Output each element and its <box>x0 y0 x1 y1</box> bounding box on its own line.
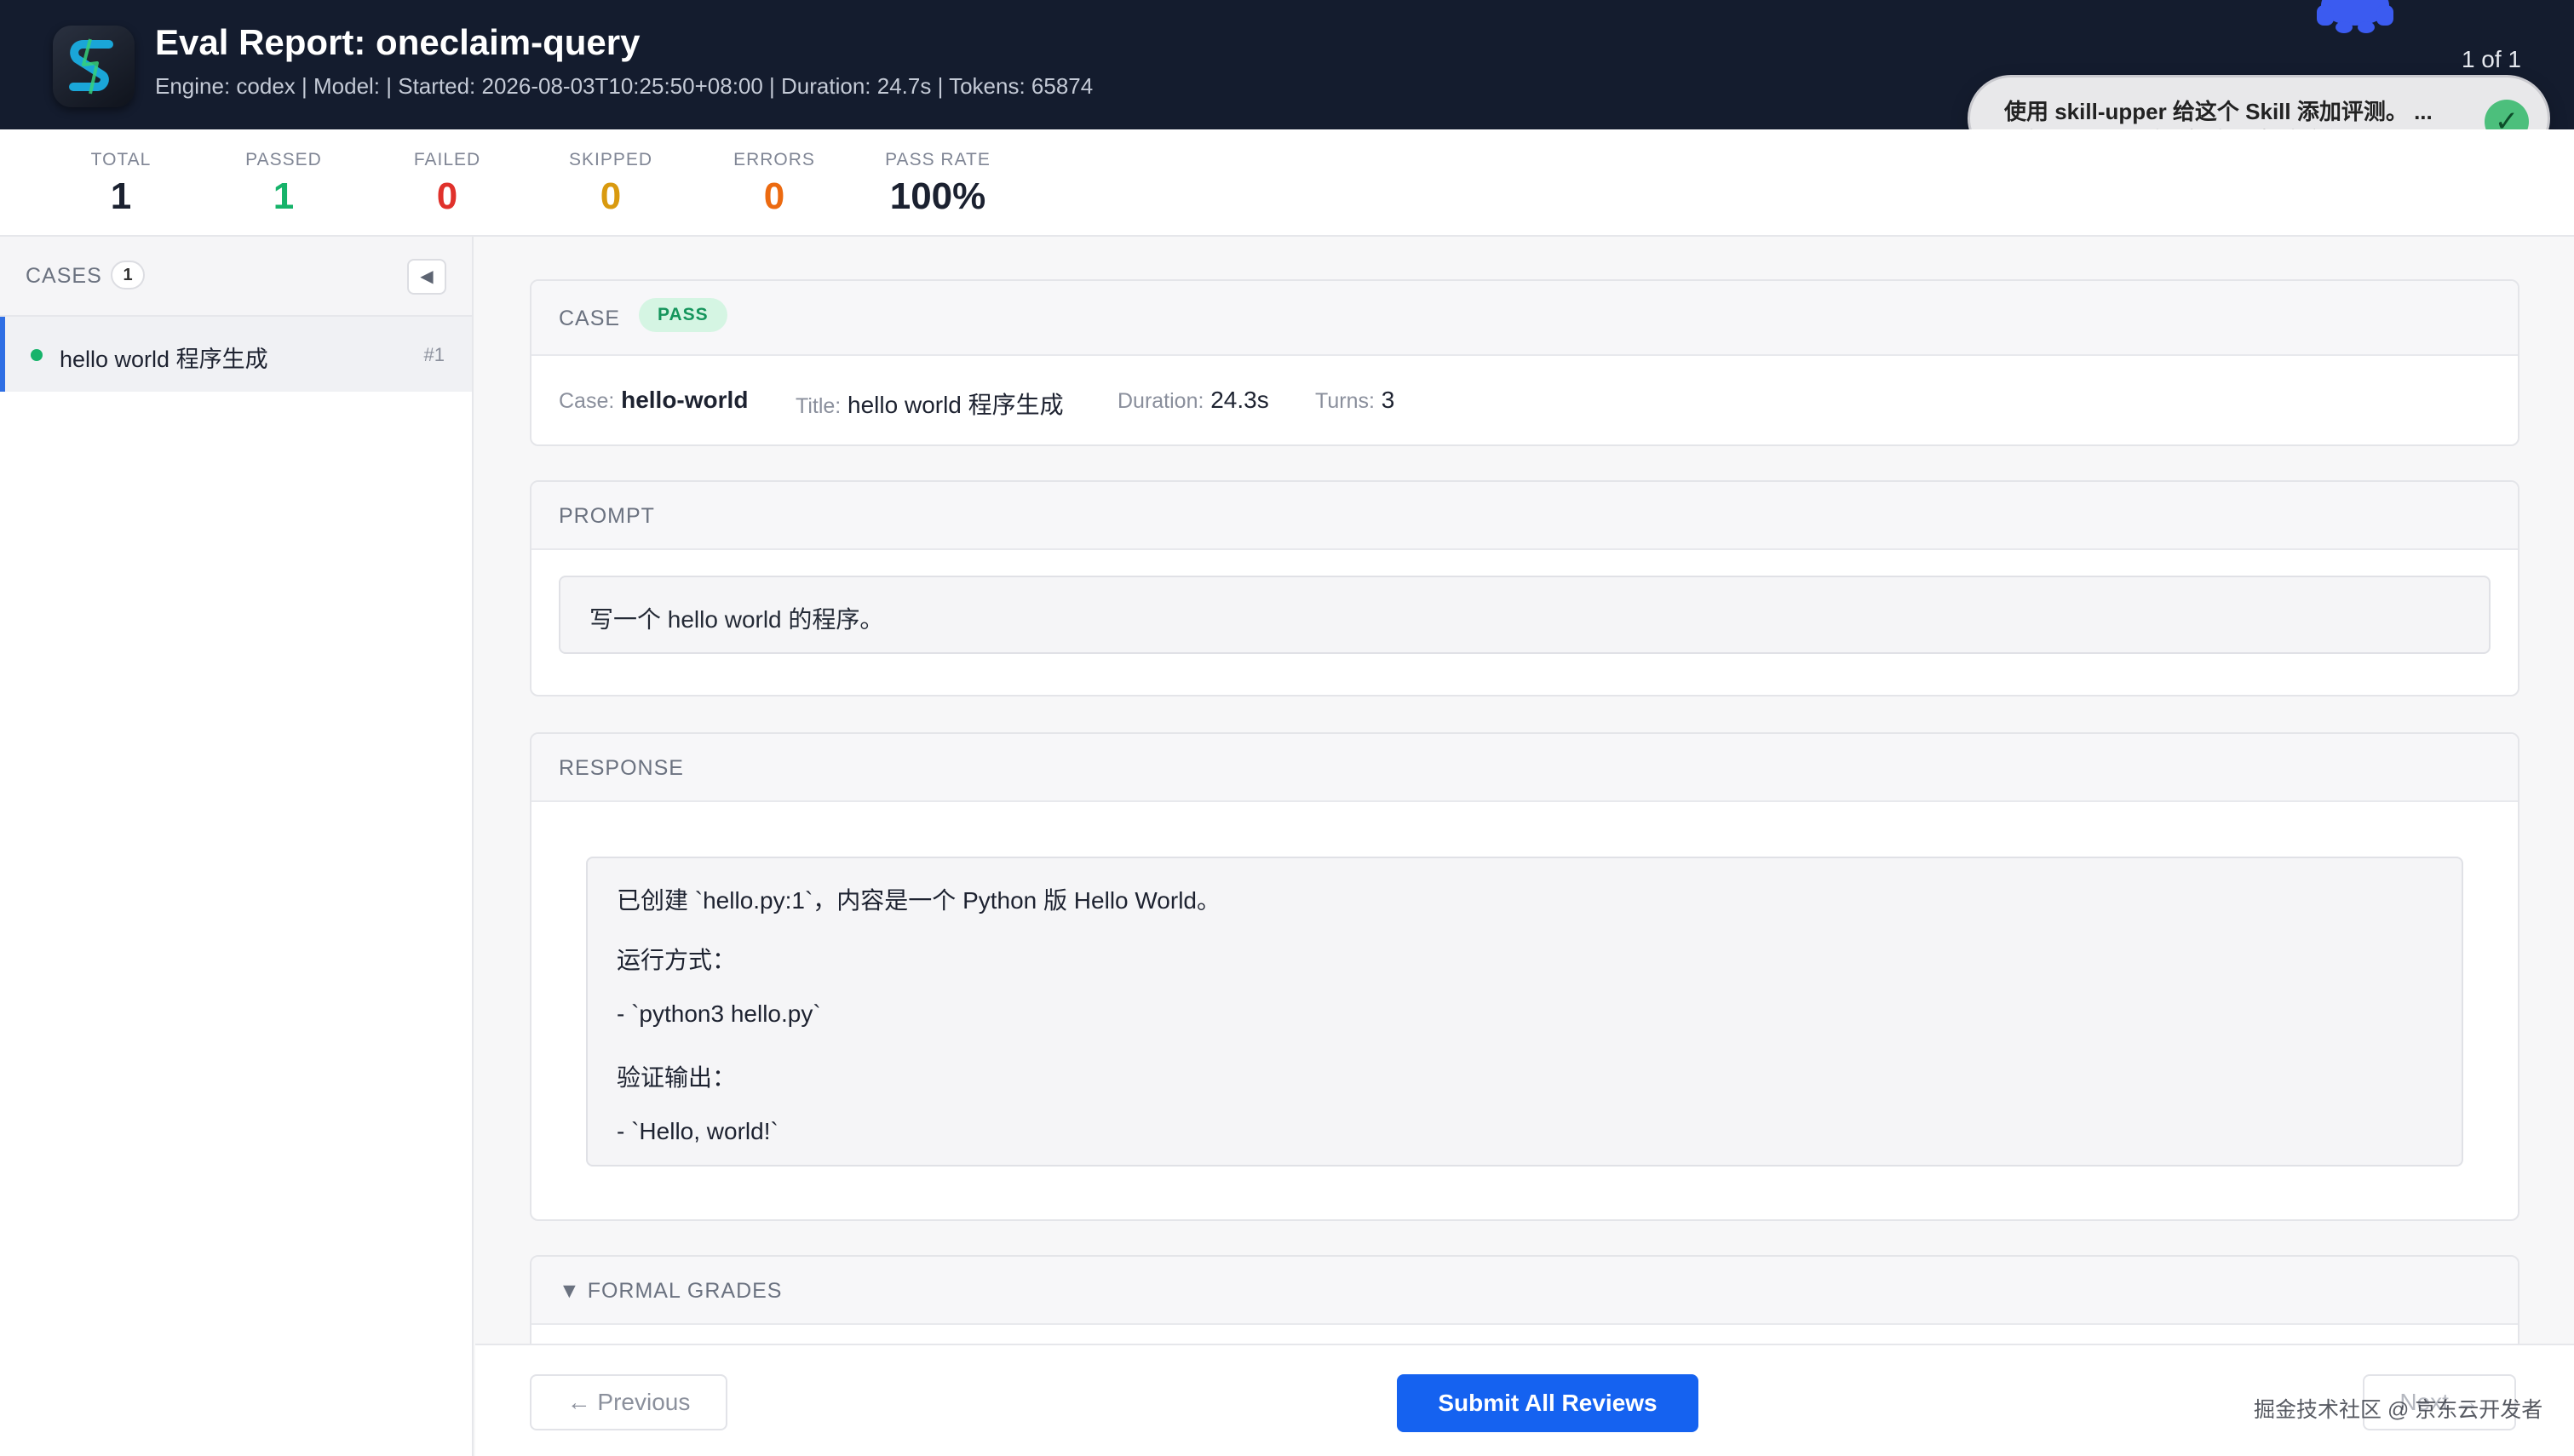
case-panel-header: CASE PASS <box>531 281 2518 356</box>
stat-label: PASSED <box>245 150 322 169</box>
case-turns-field: Turns: 3 <box>1315 387 1394 414</box>
case-id-field: Case: hello-world <box>559 387 748 414</box>
stat-pass-rate: PASS RATE 100% <box>870 150 1006 218</box>
response-line: 验证输出： <box>617 1064 737 1091</box>
status-dot <box>31 349 43 361</box>
stat-label: ERRORS <box>733 150 815 169</box>
stat-value: 0 <box>436 175 458 217</box>
turns-key: Turns: <box>1315 389 1375 413</box>
case-value: hello-world <box>621 387 749 413</box>
response-panel: RESPONSE 已创建 `hello.py:1`，内容是一个 Python 版… <box>530 732 2519 1221</box>
case-title-field: Title: hello world 程序生成 <box>796 387 1064 421</box>
case-heading: CASE <box>559 307 621 330</box>
stat-label: SKIPPED <box>568 150 653 169</box>
sidebar-title: CASES <box>26 264 102 288</box>
duration-value: 24.3s <box>1210 387 1269 413</box>
formal-grades-header[interactable]: ▼ FORMAL GRADES <box>531 1257 2518 1325</box>
response-line: 运行方式： <box>617 947 737 973</box>
sidebar-item-case[interactable]: hello world 程序生成 #1 <box>0 317 472 392</box>
stat-passed: PASSED 1 <box>215 150 352 218</box>
mascot-icon <box>2317 0 2393 33</box>
stat-value: 1 <box>110 175 132 217</box>
stat-label: FAILED <box>413 150 481 169</box>
prompt-text: 写一个 hello world 的程序。 <box>589 606 884 633</box>
response-line: - `python3 hello.py` <box>617 1000 821 1027</box>
case-item-number: #1 <box>423 344 445 365</box>
stat-value: 0 <box>763 175 785 217</box>
stat-total: TOTAL 1 <box>53 150 189 218</box>
stat-label: PASS RATE <box>885 150 991 169</box>
report-meta: Engine: codex | Model: | Started: 2026-0… <box>155 73 1094 99</box>
triangle-left-icon: ◀ <box>420 267 434 286</box>
formal-grades-heading: FORMAL GRADES <box>587 1279 783 1303</box>
title-key: Title: <box>796 394 842 418</box>
prompt-heading: PROMPT <box>559 504 655 528</box>
page-indicator: 1 of 1 <box>2461 46 2521 72</box>
status-badge: PASS <box>639 298 727 332</box>
prompt-panel-header: PROMPT <box>531 482 2518 550</box>
case-item-label: hello world 程序生成 <box>60 347 268 372</box>
stat-value: 100% <box>889 175 986 217</box>
prompt-panel: PROMPT 写一个 hello world 的程序。 <box>530 480 2519 696</box>
stat-skipped: SKIPPED 0 <box>543 150 679 218</box>
title-value: hello world 程序生成 <box>847 392 1064 418</box>
report-title: Eval Report: oneclaim-query <box>155 22 641 62</box>
watermark: 掘金技术社区 @ 京东云开发者 <box>2254 1398 2543 1422</box>
response-heading: RESPONSE <box>559 756 684 780</box>
stat-value: 1 <box>273 175 295 217</box>
case-key: Case: <box>559 389 615 413</box>
toast-title: 使用 skill-upper 给这个 Skill 添加评测。 ... <box>2004 99 2433 124</box>
response-line: 已创建 `hello.py:1`，内容是一个 Python 版 Hello Wo… <box>617 887 1221 914</box>
response-line: - `Hello, world!` <box>617 1118 779 1144</box>
submit-all-reviews-button[interactable]: Submit All Reviews <box>1397 1374 1698 1432</box>
summary-stats: TOTAL 1 PASSED 1 FAILED 0 SKIPPED 0 ERRO… <box>0 129 2574 237</box>
case-panel: CASE PASS Case: hello-world Title: hello… <box>530 279 2519 446</box>
response-box: 已创建 `hello.py:1`，内容是一个 Python 版 Hello Wo… <box>586 857 2463 1167</box>
stat-failed: FAILED 0 <box>379 150 515 218</box>
app-logo <box>53 26 135 107</box>
duration-key: Duration: <box>1118 389 1204 413</box>
cases-count-badge: 1 <box>111 261 145 289</box>
chevron-down-icon: ▼ <box>559 1279 581 1303</box>
cases-sidebar: CASES 1 ◀ hello world 程序生成 #1 <box>0 237 474 1456</box>
prompt-box: 写一个 hello world 的程序。 <box>559 576 2491 654</box>
stat-errors: ERRORS 0 <box>706 150 842 218</box>
formal-grades-toggle[interactable]: ▼ FORMAL GRADES <box>559 1279 782 1304</box>
sidebar-collapse-button[interactable]: ◀ <box>407 259 446 295</box>
formal-grades-panel: ▼ FORMAL GRADES <box>530 1255 2519 1357</box>
stat-label: TOTAL <box>90 150 152 169</box>
previous-button[interactable]: ← Previous <box>530 1374 727 1430</box>
s-logo-icon <box>69 38 113 95</box>
turns-value: 3 <box>1381 387 1395 413</box>
sidebar-header: CASES 1 ◀ <box>0 237 472 317</box>
stat-value: 0 <box>600 175 622 217</box>
response-panel-header: RESPONSE <box>531 734 2518 802</box>
case-duration-field: Duration: 24.3s <box>1118 387 1269 414</box>
